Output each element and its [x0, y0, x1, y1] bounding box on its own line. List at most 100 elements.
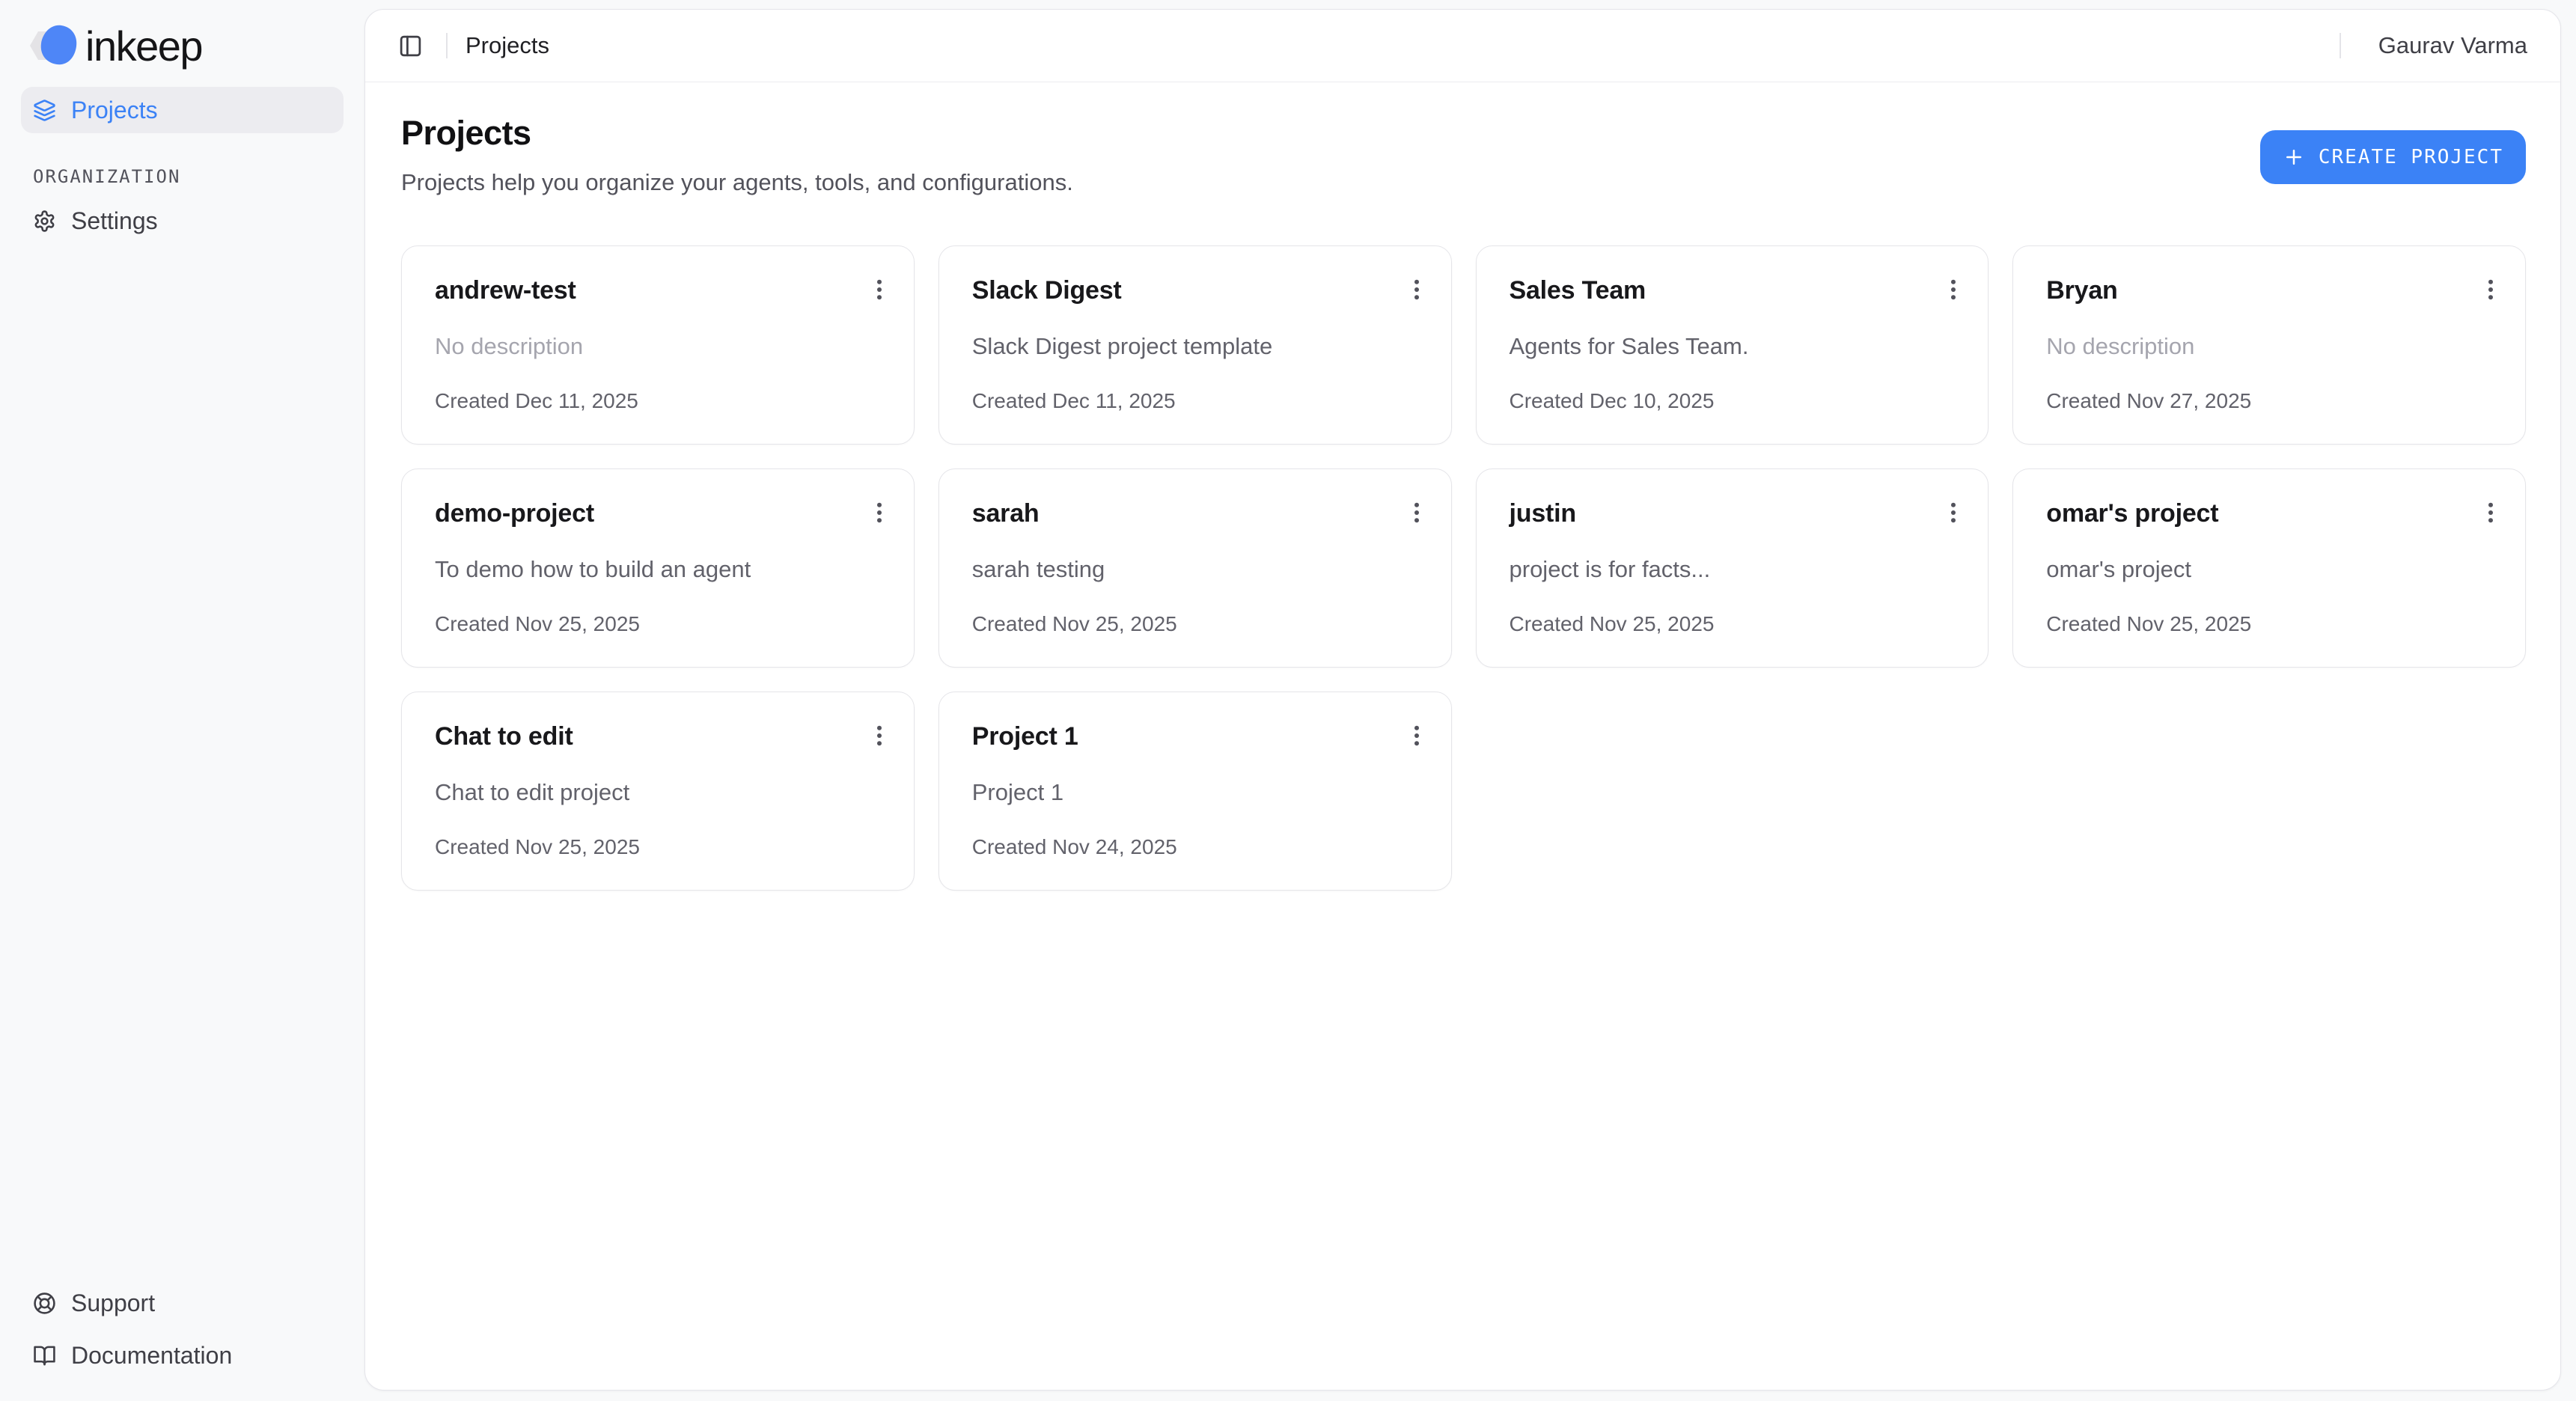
project-card-created: Created Nov 25, 2025	[972, 611, 1433, 637]
sidebar-item-label: Documentation	[71, 1342, 232, 1370]
project-card-menu-button[interactable]	[1937, 273, 1970, 306]
project-card-header: Project 1	[972, 719, 1433, 754]
project-card-created: Created Dec 11, 2025	[972, 388, 1433, 414]
project-card-title: Sales Team	[1510, 273, 1646, 308]
project-card-title: andrew-test	[435, 273, 576, 308]
page-title: Projects	[401, 114, 1073, 153]
sidebar-item-label: Settings	[71, 207, 158, 235]
topbar-divider	[2340, 33, 2341, 58]
project-card-menu-button[interactable]	[1400, 496, 1433, 529]
topbar-divider	[446, 33, 448, 58]
kebab-menu-icon	[1403, 276, 1430, 303]
topbar-right: Gaurav Varma	[2322, 32, 2527, 59]
project-card-menu-button[interactable]	[1400, 719, 1433, 752]
kebab-menu-icon	[2477, 499, 2504, 526]
sidebar-nav: Projects ORGANIZATION Settings	[21, 87, 344, 244]
project-card-description: Project 1	[972, 778, 1433, 808]
project-card-description: Chat to edit project	[435, 778, 896, 808]
sidebar-item-label: Projects	[71, 97, 158, 124]
project-card[interactable]: demo-project To demo how to build an age…	[401, 468, 915, 668]
project-card-description: project is for facts...	[1510, 555, 1971, 584]
gear-icon	[33, 210, 56, 233]
project-card[interactable]: omar's project omar's project Created No…	[2012, 468, 2526, 668]
sidebar-toggle-button[interactable]	[392, 28, 428, 64]
project-card[interactable]: Sales Team Agents for Sales Team. Create…	[1476, 245, 1989, 445]
sidebar-item-label: Support	[71, 1289, 155, 1317]
sidebar-item-documentation[interactable]: Documentation	[21, 1332, 344, 1379]
plus-icon	[2283, 146, 2305, 168]
project-card-header: sarah	[972, 496, 1433, 531]
project-card[interactable]: justin project is for facts... Created N…	[1476, 468, 1989, 668]
project-card-title: sarah	[972, 496, 1040, 531]
project-card-menu-button[interactable]	[1400, 273, 1433, 306]
project-card[interactable]: sarah sarah testing Created Nov 25, 2025	[938, 468, 1452, 668]
sidebar-section-organization: ORGANIZATION	[33, 166, 344, 187]
kebab-menu-icon	[866, 276, 893, 303]
sidebar-item-support[interactable]: Support	[21, 1280, 344, 1326]
sidebar-item-projects[interactable]: Projects	[21, 87, 344, 133]
project-card-created: Created Nov 25, 2025	[1510, 611, 1971, 637]
project-card-created: Created Nov 24, 2025	[972, 834, 1433, 860]
kebab-menu-icon	[1940, 276, 1967, 303]
kebab-menu-icon	[866, 722, 893, 749]
project-card[interactable]: andrew-test No description Created Dec 1…	[401, 245, 915, 445]
project-card-description: sarah testing	[972, 555, 1433, 584]
user-menu[interactable]: Gaurav Varma	[2378, 32, 2527, 59]
project-card[interactable]: Slack Digest Slack Digest project templa…	[938, 245, 1452, 445]
project-card-description: No description	[435, 332, 896, 361]
project-card-created: Created Nov 25, 2025	[435, 611, 896, 637]
sidebar-footer: Support Documentation	[21, 1280, 344, 1379]
project-card-created: Created Nov 25, 2025	[2046, 611, 2507, 637]
project-card-menu-button[interactable]	[2474, 496, 2507, 529]
project-card-menu-button[interactable]	[863, 273, 896, 306]
page-content: Projects Projects help you organize your…	[365, 82, 2560, 1390]
project-card-title: Project 1	[972, 719, 1078, 754]
project-card-menu-button[interactable]	[1937, 496, 1970, 529]
brand-wordmark: inkeep	[85, 22, 202, 70]
project-card-header: Chat to edit	[435, 719, 896, 754]
project-card-description: Agents for Sales Team.	[1510, 332, 1971, 361]
project-card-created: Created Nov 27, 2025	[2046, 388, 2507, 414]
breadcrumb: Projects	[466, 32, 549, 59]
kebab-menu-icon	[1403, 722, 1430, 749]
book-open-icon	[33, 1344, 56, 1367]
page-subtitle: Projects help you organize your agents, …	[401, 169, 1073, 196]
project-card-description: No description	[2046, 332, 2507, 361]
kebab-menu-icon	[1940, 499, 1967, 526]
project-card-title: Bryan	[2046, 273, 2117, 308]
main-panel: Projects Gaurav Varma Projects Projects …	[364, 9, 2561, 1391]
project-card-header: justin	[1510, 496, 1971, 531]
page-header: Projects Projects help you organize your…	[401, 114, 2526, 196]
project-card-header: Bryan	[2046, 273, 2507, 308]
project-card-title: demo-project	[435, 496, 594, 531]
project-card-header: Slack Digest	[972, 273, 1433, 308]
project-card[interactable]: Project 1 Project 1 Created Nov 24, 2025	[938, 692, 1452, 891]
project-card-header: Sales Team	[1510, 273, 1971, 308]
project-card-title: omar's project	[2046, 496, 2218, 531]
project-card[interactable]: Bryan No description Created Nov 27, 202…	[2012, 245, 2526, 445]
kebab-menu-icon	[866, 499, 893, 526]
project-card-header: omar's project	[2046, 496, 2507, 531]
sidebar: inkeep Projects ORGANIZATION Settings	[0, 0, 364, 1401]
layers-icon	[33, 99, 56, 122]
create-project-button[interactable]: CREATE PROJECT	[2260, 130, 2526, 184]
project-card-title: Slack Digest	[972, 273, 1122, 308]
project-card-created: Created Nov 25, 2025	[435, 834, 896, 860]
project-card-menu-button[interactable]	[863, 719, 896, 752]
panel-left-icon	[398, 34, 423, 58]
project-card-description: To demo how to build an agent	[435, 555, 896, 584]
life-buoy-icon	[33, 1292, 56, 1315]
project-card-menu-button[interactable]	[863, 496, 896, 529]
project-card-created: Created Dec 11, 2025	[435, 388, 896, 414]
project-card-menu-button[interactable]	[2474, 273, 2507, 306]
project-card-title: Chat to edit	[435, 719, 573, 754]
project-card-header: andrew-test	[435, 273, 896, 308]
kebab-menu-icon	[1403, 499, 1430, 526]
project-card-description: omar's project	[2046, 555, 2507, 584]
project-card-header: demo-project	[435, 496, 896, 531]
brand-logo[interactable]: inkeep	[21, 22, 344, 69]
topbar: Projects Gaurav Varma	[365, 10, 2560, 82]
sidebar-item-settings[interactable]: Settings	[21, 198, 344, 244]
kebab-menu-icon	[2477, 276, 2504, 303]
project-card[interactable]: Chat to edit Chat to edit project Create…	[401, 692, 915, 891]
